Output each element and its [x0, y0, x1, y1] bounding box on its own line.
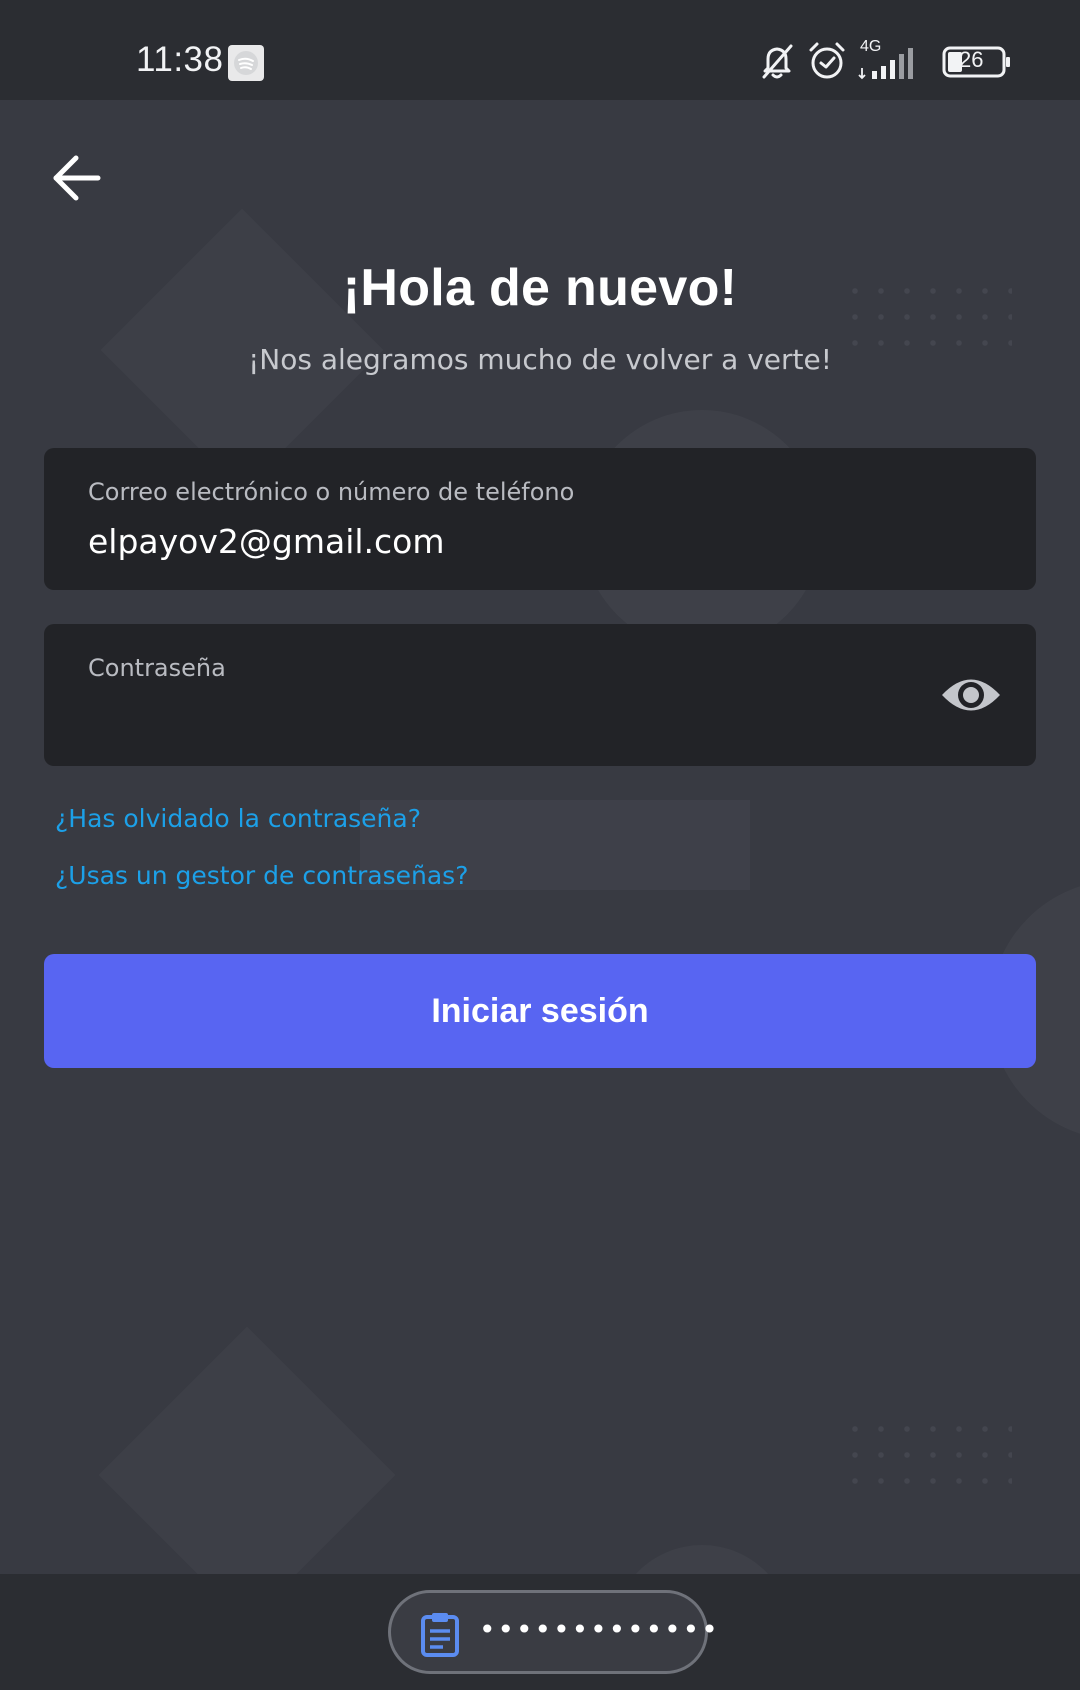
keyboard-suggestion-bar: ••••••••••••• — [0, 1574, 1080, 1690]
status-icons: 4G 26 — [762, 38, 1014, 82]
status-bar: 11:38 4G 26 — [0, 0, 1080, 100]
back-button[interactable] — [50, 150, 106, 206]
password-field[interactable]: Contraseña — [44, 624, 1036, 766]
arrow-left-icon — [53, 155, 101, 201]
login-button[interactable]: Iniciar sesión — [44, 954, 1036, 1068]
password-field-label: Contraseña — [88, 654, 226, 682]
battery-icon: 26 — [942, 40, 1014, 82]
email-field-label: Correo electrónico o número de teléfono — [88, 478, 575, 506]
forgot-password-link[interactable]: ¿Has olvidado la contraseña? — [55, 804, 421, 833]
show-password-toggle[interactable] — [940, 672, 1002, 718]
clipboard-suggestion-chip[interactable]: ••••••••••••• — [388, 1590, 718, 1674]
password-manager-link[interactable]: ¿Usas un gestor de contraseñas? — [55, 861, 468, 890]
login-screen: 11:38 4G 26 ¡Hola de nuevo! ¡Nos alegram… — [0, 0, 1080, 1690]
clipboard-icon — [419, 1611, 461, 1657]
page-subtitle: ¡Nos alegramos mucho de volver a verte! — [248, 343, 832, 376]
email-field-value[interactable]: elpayov2@gmail.com — [88, 522, 445, 561]
signal-icon: 4G — [858, 38, 928, 82]
spotify-icon — [228, 45, 264, 81]
page-title: ¡Hola de nuevo! — [342, 259, 738, 317]
eye-icon — [942, 679, 1000, 711]
alarm-icon — [806, 40, 848, 82]
background-dot-grid-bottom — [842, 1416, 1012, 1496]
battery-level: 26 — [959, 47, 984, 72]
bell-muted-icon — [756, 40, 798, 82]
email-field[interactable]: Correo electrónico o número de teléfono … — [44, 448, 1036, 590]
status-time: 11:38 — [136, 40, 224, 79]
login-button-label: Iniciar sesión — [431, 991, 649, 1030]
clipboard-suggestion-text: ••••••••••••• — [479, 1613, 720, 1646]
